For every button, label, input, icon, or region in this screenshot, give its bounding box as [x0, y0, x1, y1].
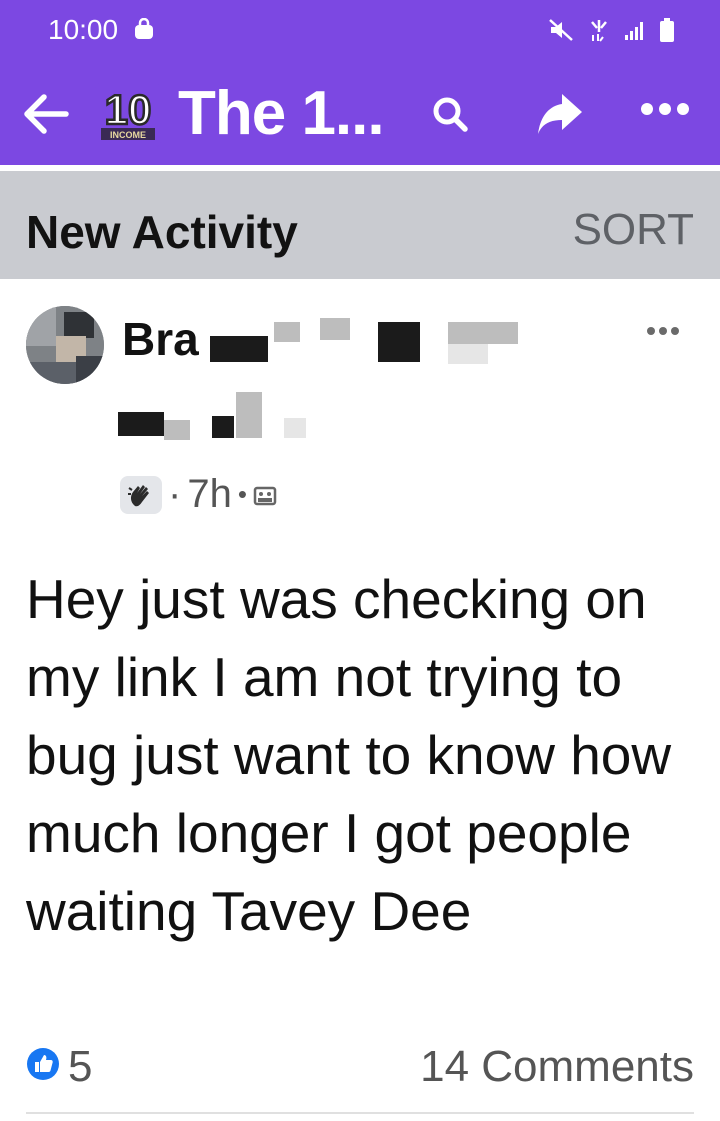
redacted-block — [320, 318, 350, 340]
bag-icon — [133, 17, 155, 45]
divider — [26, 1112, 694, 1114]
like-count-value: 5 — [68, 1042, 93, 1091]
comments-link[interactable]: 14 Comments — [420, 1042, 694, 1092]
page-title: The 1... — [178, 79, 385, 148]
mute-icon — [548, 18, 574, 47]
share-icon[interactable] — [536, 90, 584, 141]
post-more-icon[interactable] — [646, 306, 680, 345]
redacted-block — [210, 336, 268, 362]
avatar[interactable] — [26, 306, 104, 384]
post-time[interactable]: 7h — [187, 472, 232, 517]
svg-text:INCOME: INCOME — [110, 130, 146, 140]
privacy-icon — [253, 472, 277, 517]
post-body: Hey just was checking on my link I am no… — [26, 568, 672, 942]
author-name[interactable]: Bra — [122, 312, 199, 366]
section-header: New Activity SORT — [0, 171, 720, 279]
battery-icon — [660, 18, 674, 47]
redacted-block — [164, 420, 190, 440]
wave-icon — [120, 475, 162, 514]
redacted-block — [284, 418, 306, 438]
signal-icon — [624, 19, 646, 46]
status-bar: 10:00 — [0, 0, 720, 62]
more-icon[interactable] — [640, 102, 690, 121]
status-time: 10:00 — [48, 14, 119, 45]
redacted-block — [448, 344, 488, 364]
section-title: New Activity — [26, 206, 298, 258]
like-icon — [26, 1042, 60, 1092]
app-bar: 10 INCOME The 1... — [0, 62, 720, 165]
redacted-block — [212, 416, 234, 438]
redacted-block — [448, 322, 518, 344]
meta-dot: • — [237, 479, 247, 509]
sort-button[interactable]: SORT — [573, 205, 694, 255]
back-arrow-icon[interactable] — [22, 92, 70, 141]
redacted-block — [274, 322, 300, 342]
redacted-block — [118, 412, 164, 436]
group-logo[interactable]: 10 INCOME — [95, 82, 161, 148]
meta-separator: · — [168, 472, 182, 516]
like-count[interactable]: 5 — [26, 1042, 92, 1092]
redacted-block — [236, 392, 262, 438]
svg-text:10: 10 — [105, 86, 152, 133]
post-meta: · 7h • — [120, 472, 277, 517]
search-icon[interactable] — [430, 94, 470, 139]
post-footer: 5 14 Comments — [26, 1040, 694, 1100]
wifi-icon — [588, 18, 610, 47]
redacted-block — [378, 322, 420, 362]
